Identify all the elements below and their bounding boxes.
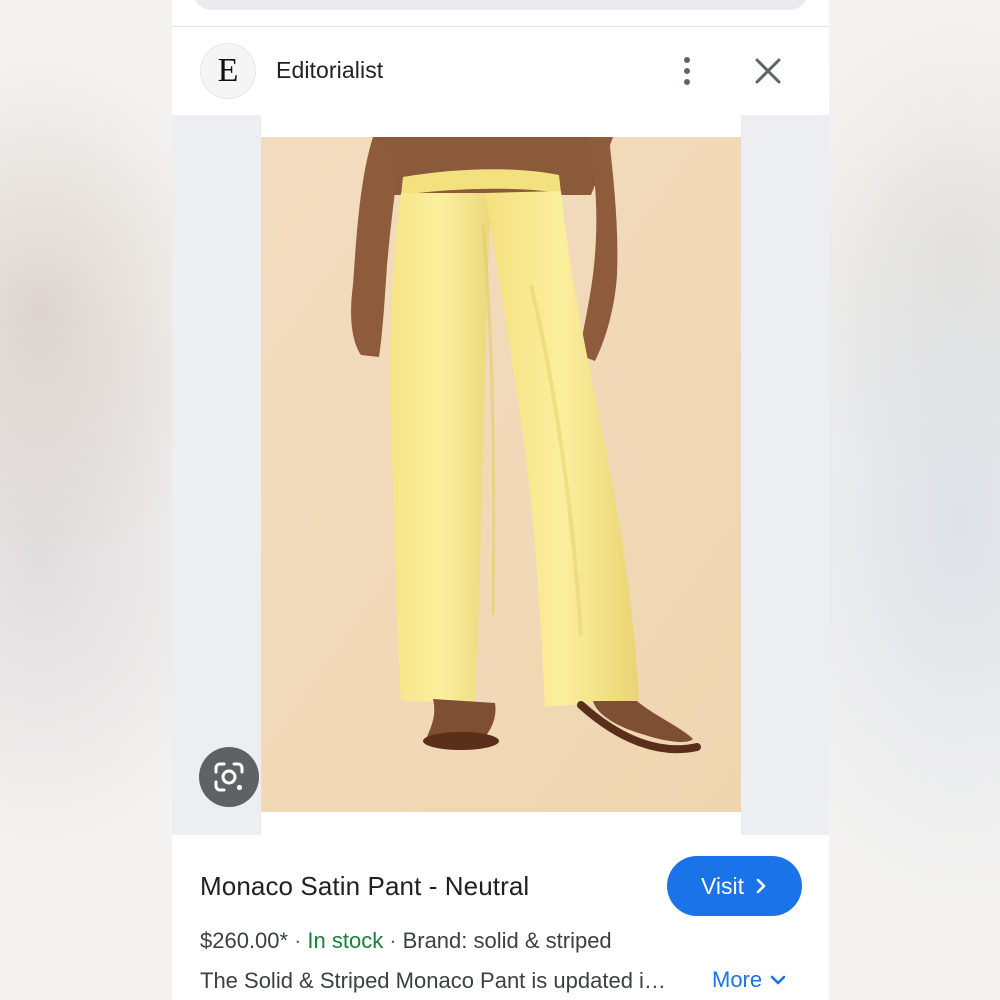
source-logo-letter: E	[217, 52, 239, 89]
source-header: E Editorialist	[172, 27, 829, 115]
image-result-panel: E Editorialist Monaco Satin Pant - Neutr…	[172, 0, 829, 1000]
separator: ·	[294, 928, 302, 953]
visit-button-label: Visit	[700, 872, 745, 899]
price: $260.00*	[200, 928, 289, 953]
product-title[interactable]: Monaco Satin Pant - Neutral	[200, 871, 529, 902]
search-bar[interactable]	[192, 0, 809, 10]
close-icon[interactable]	[748, 51, 788, 91]
more-button[interactable]: More	[712, 967, 786, 993]
brand: Brand: solid & striped	[402, 928, 612, 953]
media-area	[172, 115, 829, 835]
chevron-right-icon	[756, 878, 766, 894]
google-lens-icon[interactable]	[199, 747, 259, 807]
source-name[interactable]: Editorialist	[276, 57, 383, 84]
source-logo[interactable]: E	[200, 43, 256, 99]
stock-status: In stock	[307, 928, 384, 953]
visit-button[interactable]: Visit	[667, 856, 802, 916]
chevron-down-icon	[770, 975, 786, 985]
separator: ·	[389, 928, 397, 953]
product-meta: $260.00* · In stock · Brand: solid & striped	[200, 928, 612, 954]
product-info: Monaco Satin Pant - Neutral Visit $260.0…	[172, 835, 829, 1000]
product-description: The Solid & Striped Monaco Pant is updat…	[200, 968, 666, 993]
more-vert-icon[interactable]	[670, 51, 704, 91]
more-label: More	[712, 967, 763, 992]
product-image[interactable]	[261, 115, 741, 835]
